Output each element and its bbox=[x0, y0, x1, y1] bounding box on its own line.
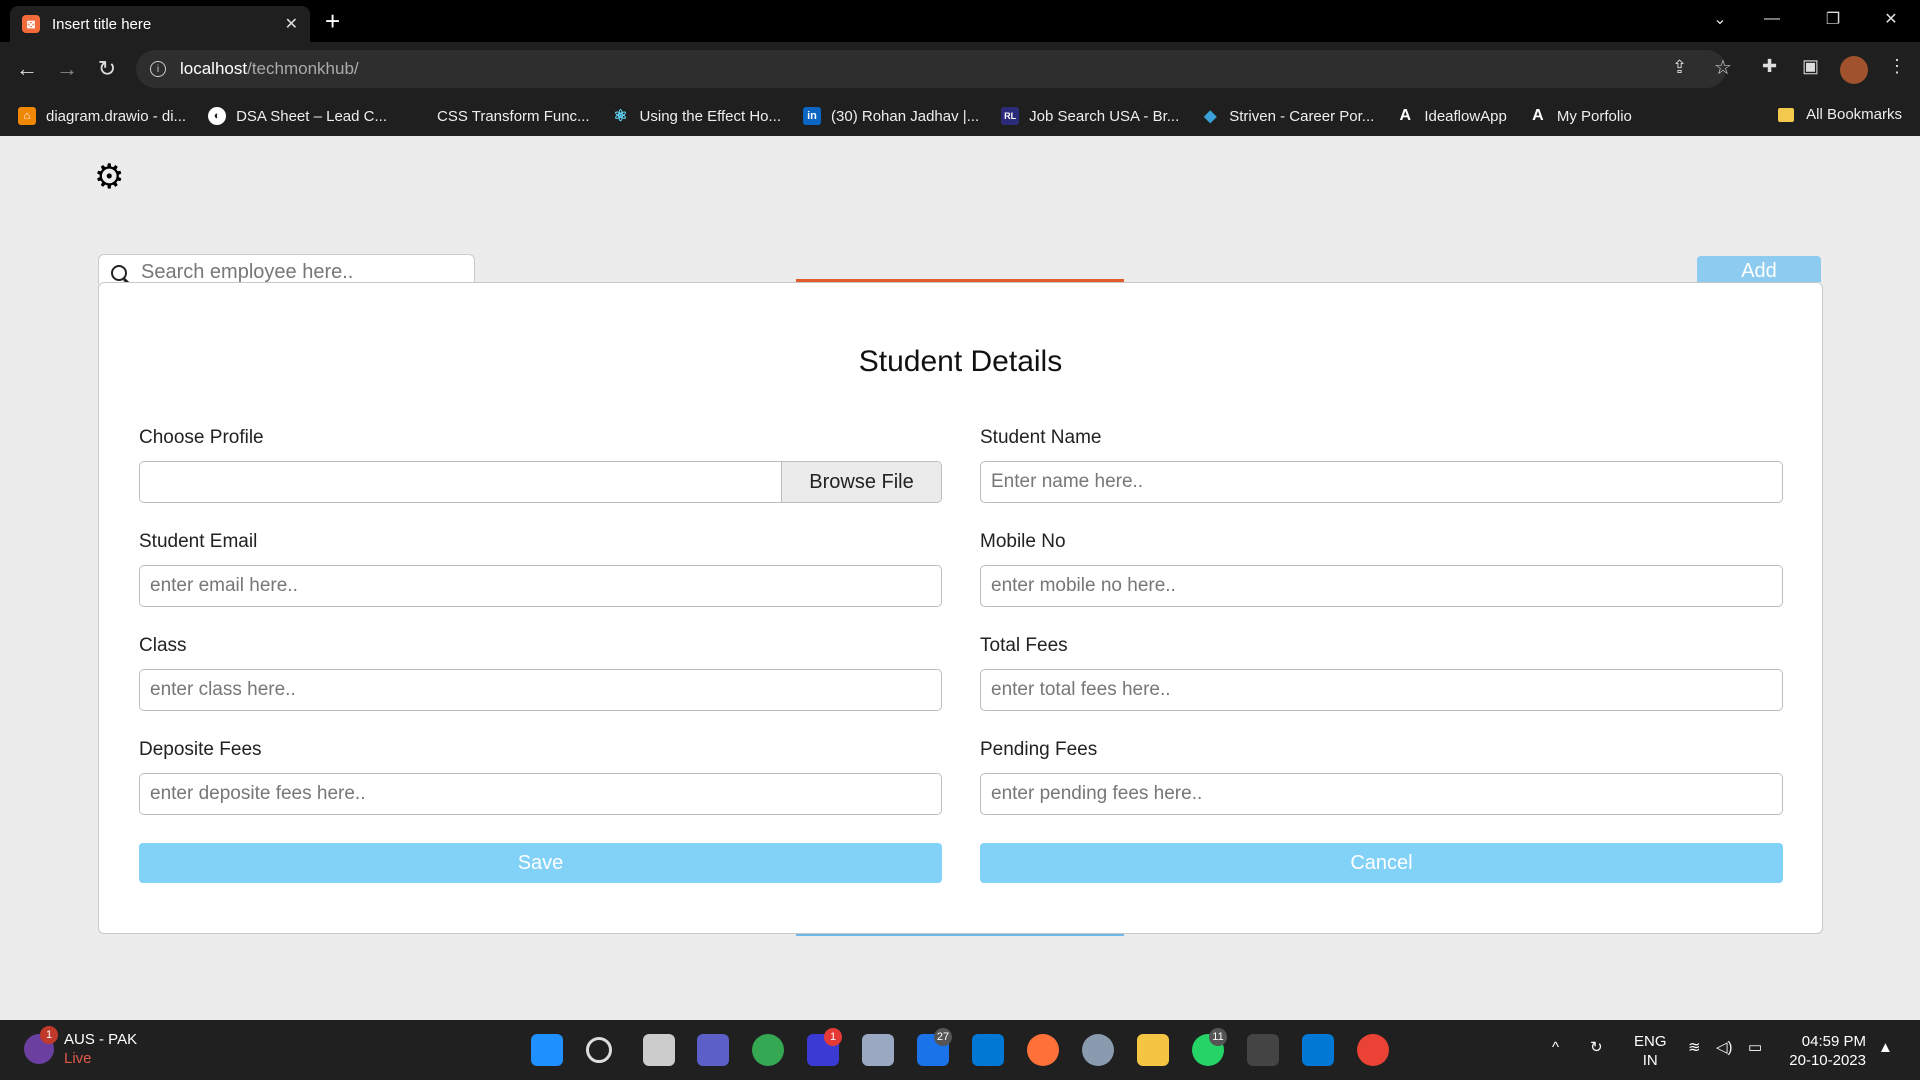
mobile-no-label: Mobile No bbox=[980, 531, 1066, 552]
chrome-active-icon[interactable] bbox=[1357, 1034, 1389, 1066]
chrome-icon[interactable] bbox=[752, 1034, 784, 1066]
minimize-icon[interactable]: — bbox=[1749, 0, 1795, 38]
mobile-no-input[interactable]: enter mobile no here.. bbox=[980, 565, 1783, 607]
menu-icon[interactable]: ⋮ bbox=[1888, 56, 1906, 77]
restore-icon[interactable]: ❐ bbox=[1810, 0, 1856, 38]
store-icon[interactable] bbox=[972, 1034, 1004, 1066]
whatsapp-badge: 11 bbox=[1209, 1028, 1227, 1046]
student-name-label: Student Name bbox=[980, 427, 1102, 448]
deposite-fees-label: Deposite Fees bbox=[139, 739, 262, 760]
bookmark-item[interactable]: A IdeaflowApp bbox=[1396, 107, 1507, 125]
bookmark-item[interactable]: ⚛ Using the Effect Ho... bbox=[612, 107, 781, 126]
cancel-button[interactable]: Cancel bbox=[980, 843, 1783, 883]
class-input[interactable]: enter class here.. bbox=[139, 669, 942, 711]
student-name-input[interactable]: Enter name here.. bbox=[980, 461, 1783, 503]
terminal-icon[interactable] bbox=[1247, 1034, 1279, 1066]
weather-badge: 1 bbox=[40, 1026, 58, 1044]
vscode-icon[interactable] bbox=[1302, 1034, 1334, 1066]
wifi-icon[interactable]: ≋ bbox=[1688, 1038, 1701, 1057]
settings-icon[interactable] bbox=[1082, 1034, 1114, 1066]
reload-icon[interactable]: ↻ bbox=[92, 54, 122, 84]
total-fees-input[interactable]: enter total fees here.. bbox=[980, 669, 1783, 711]
chevron-up-icon[interactable]: ^ bbox=[1552, 1038, 1559, 1057]
folder-icon bbox=[1778, 107, 1795, 122]
share-icon[interactable]: ⇪ bbox=[1672, 57, 1687, 78]
notification-bell-icon[interactable]: ▲ bbox=[1878, 1038, 1893, 1057]
portfolio-icon: A bbox=[1532, 107, 1544, 124]
globe-icon: ◐ bbox=[208, 107, 227, 125]
student-details-modal: Student Details Choose Profile Browse Fi… bbox=[98, 282, 1823, 934]
add-button[interactable]: Add bbox=[1697, 256, 1821, 282]
save-button[interactable]: Save bbox=[139, 843, 942, 883]
volume-icon[interactable]: ◁) bbox=[1716, 1038, 1733, 1057]
profile-file-input[interactable]: Browse File bbox=[139, 461, 942, 503]
new-tab-icon[interactable]: + bbox=[325, 8, 340, 34]
student-email-label: Student Email bbox=[139, 531, 258, 552]
weather-title: AUS - PAK bbox=[64, 1031, 138, 1048]
pending-fees-input[interactable]: enter pending fees here.. bbox=[980, 773, 1783, 815]
close-window-icon[interactable]: ✕ bbox=[1868, 0, 1914, 38]
xampp-icon: ⊠ bbox=[22, 15, 40, 33]
browser-tab[interactable]: ⊠ Insert title here ✕ bbox=[10, 6, 310, 42]
bookmark-item[interactable]: ⌂ diagram.drawio - di... bbox=[18, 107, 186, 125]
teams-badge: 1 bbox=[824, 1028, 842, 1046]
clock[interactable]: 04:59 PM 20-10-2023 bbox=[1786, 1032, 1866, 1070]
choose-profile-label: Choose Profile bbox=[139, 427, 264, 448]
forward-icon[interactable]: → bbox=[52, 54, 82, 84]
extensions-icon[interactable]: ✚ bbox=[1762, 56, 1777, 77]
side-panel-icon[interactable]: ▣ bbox=[1802, 56, 1819, 77]
weather-sub: Live bbox=[64, 1050, 92, 1067]
rl-icon: RL bbox=[1001, 107, 1020, 125]
bookmark-item[interactable]: ◐ DSA Sheet – Lead C... bbox=[208, 107, 387, 125]
all-bookmarks[interactable]: All Bookmarks bbox=[1778, 106, 1902, 123]
teams-icon[interactable] bbox=[697, 1034, 729, 1066]
camera-icon[interactable] bbox=[862, 1034, 894, 1066]
modal-title: Student Details bbox=[858, 345, 1063, 378]
avatar[interactable] bbox=[1840, 56, 1868, 84]
bookmark-item[interactable]: in (30) Rohan Jadhav |... bbox=[803, 107, 979, 125]
linkedin-icon: in bbox=[803, 107, 822, 125]
firefox-icon[interactable] bbox=[1027, 1034, 1059, 1066]
student-email-input[interactable]: enter email here.. bbox=[139, 565, 942, 607]
bookmark-item[interactable]: CSS Transform Func... bbox=[409, 107, 590, 125]
total-fees-label: Total Fees bbox=[980, 635, 1068, 656]
browser-toolbar: ← → ↻ i localhost/techmonkhub/ bbox=[0, 42, 1920, 96]
blank-icon bbox=[409, 107, 427, 125]
taskbar: AUS - PAK Live 1 1 27 11 ^ ↻ ENG IN ≋ ◁)… bbox=[0, 1020, 1920, 1080]
browser-titlebar: ⊠ Insert title here ✕ + ⌄ — ❐ ✕ bbox=[0, 0, 1920, 42]
ideaflow-icon: A bbox=[1399, 107, 1412, 124]
battery-icon[interactable]: ▭ bbox=[1748, 1038, 1762, 1057]
browse-file-button[interactable]: Browse File bbox=[781, 462, 941, 502]
bookmark-star-icon[interactable]: ☆ bbox=[1714, 55, 1732, 80]
sync-icon[interactable]: ↻ bbox=[1590, 1038, 1603, 1057]
bookmarks-bar: ⌂ diagram.drawio - di... ◐ DSA Sheet – Lea… bbox=[0, 96, 1920, 136]
site-info-icon[interactable]: i bbox=[150, 61, 166, 77]
bookmark-item[interactable]: A My Porfolio bbox=[1529, 107, 1632, 125]
search-icon bbox=[111, 265, 127, 281]
language-indicator[interactable]: ENG IN bbox=[1634, 1032, 1667, 1070]
search-input[interactable]: Search employee here.. bbox=[98, 254, 475, 284]
bookmark-item[interactable]: ◆ Striven - Career Por... bbox=[1201, 107, 1374, 126]
striven-icon: ◆ bbox=[1204, 108, 1217, 125]
url-host: localhost bbox=[180, 59, 248, 78]
pending-fees-label: Pending Fees bbox=[980, 739, 1098, 760]
react-icon: ⚛ bbox=[613, 108, 628, 125]
file-explorer-icon[interactable] bbox=[1137, 1034, 1169, 1066]
tab-title: Insert title here bbox=[52, 15, 152, 33]
mail-badge: 27 bbox=[934, 1028, 952, 1046]
bookmark-item[interactable]: RL Job Search USA - Br... bbox=[1001, 107, 1179, 125]
back-icon[interactable]: ← bbox=[12, 54, 42, 84]
close-tab-icon[interactable]: ✕ bbox=[285, 14, 298, 34]
task-view-icon[interactable] bbox=[643, 1034, 675, 1066]
address-bar[interactable]: i localhost/techmonkhub/ bbox=[136, 50, 1726, 88]
gear-icon[interactable]: ⚙ bbox=[94, 160, 124, 194]
start-icon[interactable] bbox=[531, 1034, 563, 1066]
page-content: ⚙ Search employee here.. Add Student Det… bbox=[0, 136, 1920, 1020]
url-path: /techmonkhub/ bbox=[247, 59, 359, 78]
class-label: Class bbox=[139, 635, 187, 656]
search-taskbar-icon[interactable] bbox=[586, 1037, 612, 1063]
deposite-fees-input[interactable]: enter deposite fees here.. bbox=[139, 773, 942, 815]
tab-search-icon[interactable]: ⌄ bbox=[1697, 0, 1743, 38]
drawio-icon: ⌂ bbox=[18, 107, 36, 125]
